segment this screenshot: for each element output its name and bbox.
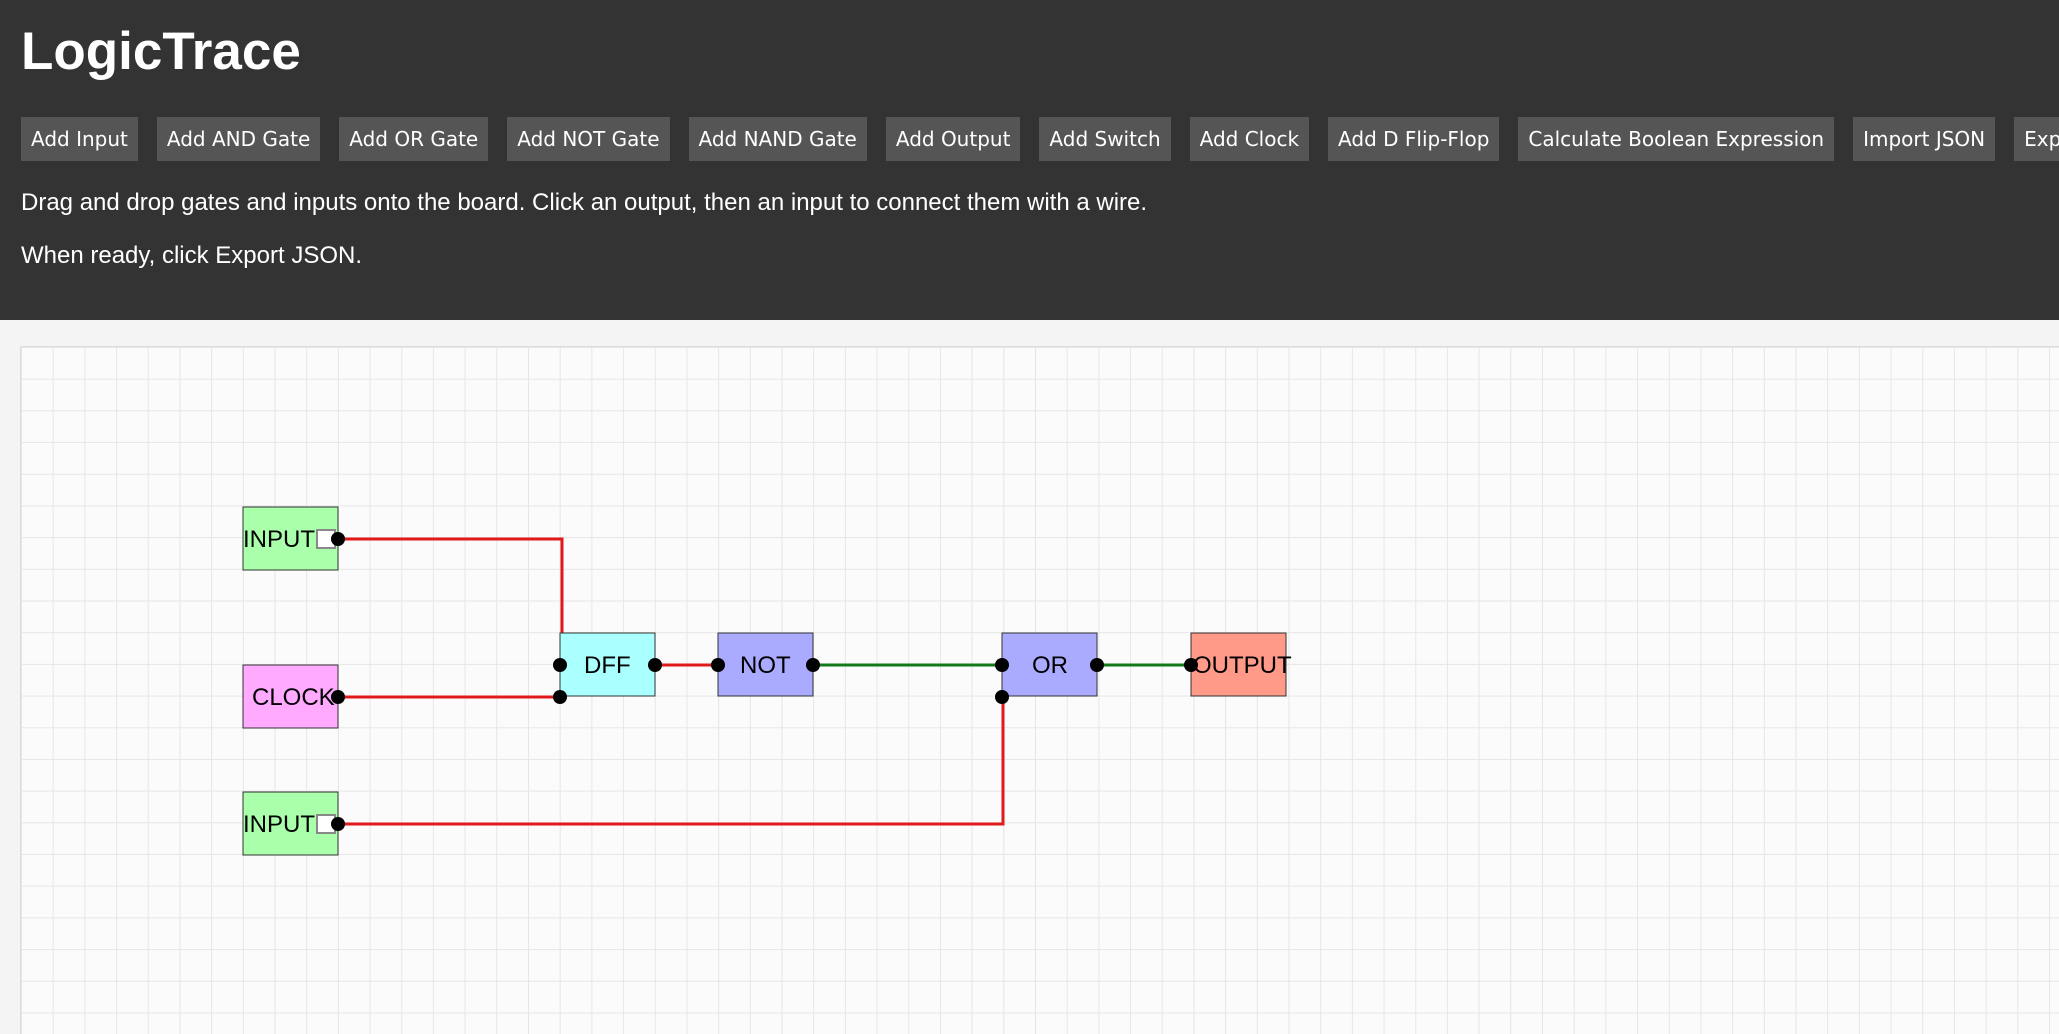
output-label: OUTPUT	[1193, 652, 1292, 679]
instructions-text: Drag and drop gates and inputs onto the …	[21, 189, 1148, 216]
or-output-pin[interactable]	[1090, 658, 1104, 672]
export-json-button[interactable]: Export JSON	[2014, 117, 2059, 161]
add-switch-button[interactable]: Add Switch	[1039, 117, 1171, 161]
add-output-button[interactable]: Add Output	[885, 117, 1021, 161]
dff-output-pin[interactable]	[648, 658, 662, 672]
output-component[interactable]: OUTPUT	[1190, 632, 1292, 697]
clock-label: CLOCK	[252, 684, 335, 711]
toolbar: Add Input Add AND Gate Add OR Gate Add N…	[21, 117, 2059, 161]
wire-input-bottom-to-or[interactable]	[338, 697, 1005, 826]
add-d-flip-flop-button[interactable]: Add D Flip-Flop	[1328, 117, 1500, 161]
input-bottom-label: INPUT	[243, 811, 315, 838]
clock-output-pin[interactable]	[331, 690, 345, 704]
add-and-gate-button[interactable]: Add AND Gate	[156, 117, 321, 161]
instructions-export-hint: When ready, click Export JSON.	[21, 242, 362, 269]
app-title: LogicTrace	[21, 22, 301, 81]
input-component-bottom[interactable]: INPUT	[242, 791, 339, 856]
calculate-boolean-expression-button[interactable]: Calculate Boolean Expression	[1518, 117, 1835, 161]
app-header: LogicTrace Add Input Add AND Gate Add OR…	[0, 0, 2059, 320]
or-gate-component[interactable]: OR	[1001, 632, 1098, 697]
not-output-pin[interactable]	[806, 658, 820, 672]
output-input-pin[interactable]	[1184, 658, 1198, 672]
dff-clock-input-pin[interactable]	[553, 690, 567, 704]
add-nand-gate-button[interactable]: Add NAND Gate	[688, 117, 867, 161]
input-component-top[interactable]: INPUT	[242, 506, 339, 571]
wire-input-top-to-dff[interactable]	[338, 537, 564, 697]
not-gate-component[interactable]: NOT	[717, 632, 814, 697]
add-input-button[interactable]: Add Input	[21, 117, 138, 161]
or-input-pin-b[interactable]	[995, 690, 1009, 704]
add-clock-button[interactable]: Add Clock	[1189, 117, 1310, 161]
or-input-pin-a[interactable]	[995, 658, 1009, 672]
input-bottom-output-pin[interactable]	[331, 817, 345, 831]
input-top-label: INPUT	[243, 526, 315, 553]
dff-component[interactable]: DFF	[559, 632, 656, 697]
or-gate-label: OR	[1032, 652, 1068, 679]
not-gate-label: NOT	[740, 652, 791, 679]
not-input-pin[interactable]	[711, 658, 725, 672]
clock-component[interactable]: CLOCK	[242, 664, 339, 729]
import-json-button[interactable]: Import JSON	[1853, 117, 1996, 161]
dff-d-input-pin[interactable]	[553, 658, 567, 672]
add-or-gate-button[interactable]: Add OR Gate	[339, 117, 489, 161]
add-not-gate-button[interactable]: Add NOT Gate	[507, 117, 670, 161]
circuit-canvas[interactable]: INPUT CLOCK INPUT DFF NOT OR OUTPUT	[21, 347, 2059, 1034]
dff-label: DFF	[584, 652, 631, 679]
input-top-output-pin[interactable]	[331, 532, 345, 546]
circuit-board[interactable]: INPUT CLOCK INPUT DFF NOT OR OUTPUT	[20, 346, 2059, 1034]
